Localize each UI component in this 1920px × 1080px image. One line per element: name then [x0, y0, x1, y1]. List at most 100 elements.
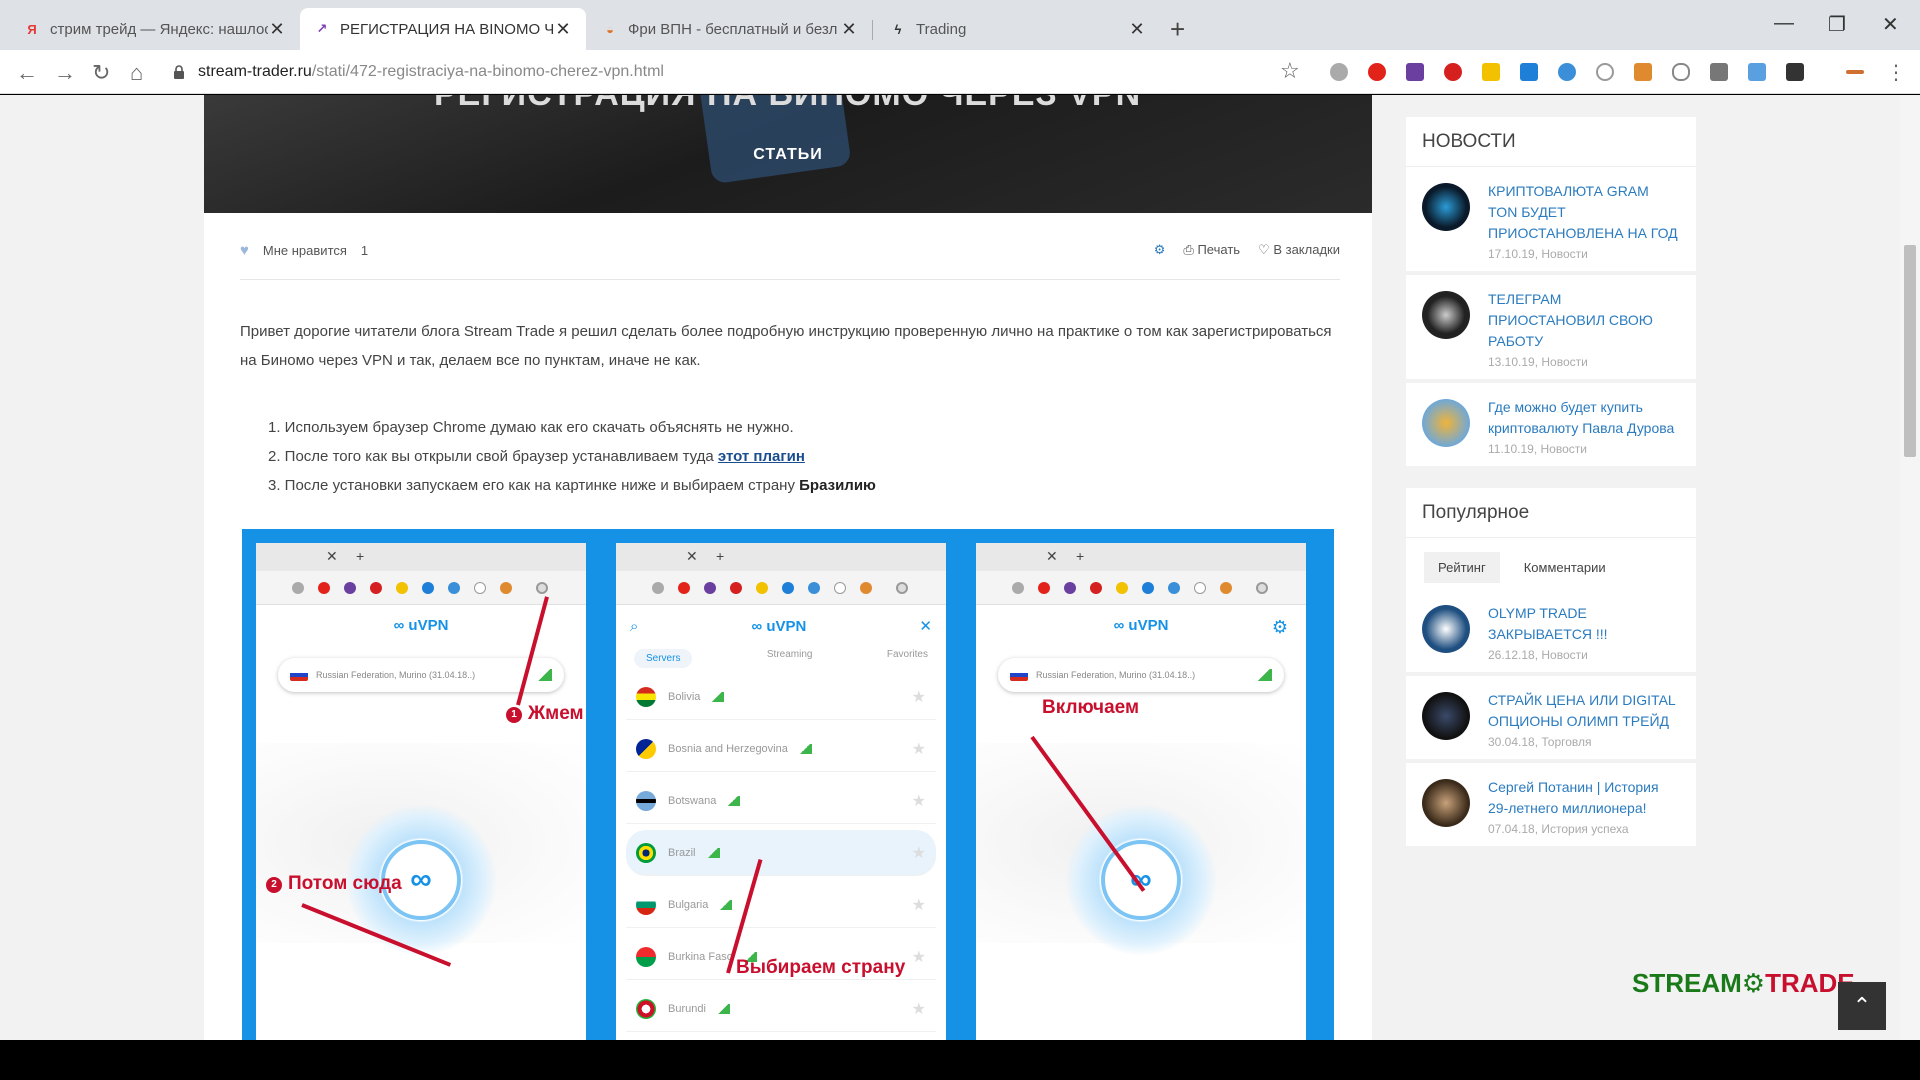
new-tab-button[interactable]: +: [1170, 14, 1185, 45]
extension-icon[interactable]: [1406, 63, 1424, 81]
mini-tabstrip: ✕ +: [976, 543, 1306, 571]
news-title[interactable]: Где можно будет купить криптовалюту Павл…: [1488, 397, 1680, 439]
news-item[interactable]: Где можно будет купить криптовалюту Павл…: [1406, 383, 1696, 466]
step-item: 2. После того как вы открыли свой браузе…: [268, 442, 876, 471]
plugin-link[interactable]: этот плагин: [718, 448, 805, 465]
country-brazil: Бразилию: [799, 477, 876, 494]
country-name: Brazil: [668, 846, 696, 859]
extension-icon[interactable]: [1748, 63, 1766, 81]
news-widget-title: НОВОСТИ: [1406, 117, 1696, 167]
news-item[interactable]: ТЕЛЕГРАМ ПРИОСТАНОВИЛ СВОЮ РАБОТУ 13.10.1…: [1406, 275, 1696, 383]
star-icon: ★: [911, 896, 926, 914]
star-icon: ★: [911, 688, 926, 706]
forward-icon[interactable]: →: [54, 60, 76, 86]
opera-extension-icon[interactable]: [1368, 63, 1386, 81]
ext-icon: [860, 582, 872, 594]
back-icon[interactable]: ←: [16, 60, 38, 86]
connect-orb: ∞: [1066, 805, 1216, 955]
extension-icon[interactable]: [1330, 63, 1348, 81]
scroll-thumb[interactable]: [1904, 245, 1916, 457]
bookmark-star-icon[interactable]: ☆: [1280, 58, 1300, 84]
uvpn-icon: [896, 582, 908, 594]
tab-trading[interactable]: ϟ Trading ✕: [876, 8, 1160, 50]
ext-icon: [344, 582, 356, 594]
extension-icon[interactable]: [1710, 63, 1728, 81]
tab-binomo-registration[interactable]: ↗ РЕГИСТРАЦИЯ НА BINOMO ЧЕ ✕: [300, 8, 586, 50]
news-title[interactable]: ТЕЛЕГРАМ ПРИОСТАНОВИЛ СВОЮ РАБОТУ: [1488, 289, 1680, 352]
tab-rating[interactable]: Рейтинг: [1424, 552, 1500, 583]
uvpn-extension-icon[interactable]: [1672, 63, 1690, 81]
extension-icon[interactable]: [1846, 70, 1864, 74]
ext-icon: [1038, 582, 1050, 594]
news-widget: НОВОСТИ КРИПТОВАЛЮТА GRAM TON БУДЕТ ПРИО…: [1406, 117, 1696, 466]
news-title[interactable]: СТРАЙК ЦЕНА ИЛИ Digital ОПЦИОНЫ ОЛИМП ТР…: [1488, 690, 1680, 732]
signal-icon: [726, 795, 741, 806]
hero-title: РЕГИСТРАЦИЯ НА БИНОМО ЧЕРЕЗ VPN: [434, 95, 1141, 114]
news-title[interactable]: OLYMP TRADE ЗАКРЫВАЕТСЯ !!!: [1488, 603, 1680, 645]
close-icon[interactable]: ✕: [554, 19, 572, 40]
ext-icon: [448, 582, 460, 594]
news-thumbnail[interactable]: [1422, 779, 1470, 827]
news-item[interactable]: Сергей Потанин | История 29-летнего милл…: [1406, 763, 1696, 846]
flag-icon: [636, 790, 656, 811]
tab-yandex[interactable]: Я стрим трейд — Яндекс: нашлось ✕: [10, 8, 300, 50]
extension-icon[interactable]: [1482, 63, 1500, 81]
ext-icon: [500, 582, 512, 594]
menu-icon[interactable]: ⋮: [1886, 60, 1906, 85]
popular-list: OLYMP TRADE ЗАКРЫВАЕТСЯ !!! 26.12.18, Нов…: [1406, 589, 1696, 846]
tab-comments[interactable]: Комментарии: [1510, 552, 1620, 583]
like-label[interactable]: Мне нравится: [263, 243, 347, 258]
current-location: Russian Federation, Murino (31.04.18..): [998, 658, 1284, 692]
news-thumbnail[interactable]: [1422, 692, 1470, 740]
country-name: Burkina Faso: [668, 950, 733, 963]
signal-icon: [536, 669, 552, 681]
home-icon[interactable]: ⌂: [130, 60, 143, 86]
news-thumbnail[interactable]: [1422, 291, 1470, 339]
news-body: КРИПТОВАЛЮТА GRAM TON БУДЕТ ПРИОСТАНОВЛЕ…: [1488, 181, 1680, 261]
news-meta: 17.10.19, Новости: [1488, 247, 1588, 261]
close-icon[interactable]: ✕: [1128, 19, 1146, 40]
flag-icon: [636, 894, 656, 915]
location-text: Russian Federation, Murino (31.04.18..): [1036, 670, 1196, 680]
news-thumbnail[interactable]: [1422, 399, 1470, 447]
signal-icon: [1256, 669, 1272, 681]
extension-icon[interactable]: [1520, 63, 1538, 81]
news-thumbnail[interactable]: [1422, 183, 1470, 231]
news-item[interactable]: КРИПТОВАЛЮТА GRAM TON БУДЕТ ПРИОСТАНОВЛЕ…: [1406, 167, 1696, 275]
news-title[interactable]: КРИПТОВАЛЮТА GRAM TON БУДЕТ ПРИОСТАНОВЛЕ…: [1488, 181, 1680, 244]
screenshot-panel-2: ✕ + ⌕ ∞ uVPN ✕ Servers Streaming Favorit…: [616, 543, 946, 1040]
article-intro: Привет дорогие читатели блога Stream Tra…: [240, 323, 1332, 369]
plus-icon: +: [1076, 548, 1085, 564]
download-icon[interactable]: [1786, 63, 1804, 81]
news-item[interactable]: СТРАЙК ЦЕНА ИЛИ Digital ОПЦИОНЫ ОЛИМП ТР…: [1406, 676, 1696, 763]
ext-icon: [1090, 582, 1102, 594]
extension-icon[interactable]: [1596, 63, 1614, 81]
extension-icon[interactable]: [1558, 63, 1576, 81]
lightning-icon: ϟ: [894, 21, 902, 37]
news-title[interactable]: Сергей Потанин | История 29-летнего милл…: [1488, 777, 1680, 819]
extension-icon[interactable]: [1444, 63, 1462, 81]
heart-icon[interactable]: ♥: [240, 242, 249, 259]
gear-icon[interactable]: ⚙: [1154, 242, 1166, 258]
extension-icon[interactable]: [1634, 63, 1652, 81]
close-icon[interactable]: ✕: [268, 19, 286, 40]
minimize-icon[interactable]: —: [1774, 12, 1794, 35]
flag-icon: [636, 842, 656, 863]
tab-free-vpn[interactable]: ◒ Фри ВПН - бесплатный и безл ✕: [588, 8, 872, 50]
country-name: Bosnia and Herzegovina: [668, 742, 788, 755]
page-scrollbar[interactable]: [1900, 95, 1920, 1040]
restore-icon[interactable]: ❐: [1828, 12, 1846, 37]
news-thumbnail[interactable]: [1422, 605, 1470, 653]
article-category[interactable]: СТАТЬИ: [204, 146, 1372, 164]
address-bar[interactable]: stream-trader.ru/stati/472-registraciya-…: [172, 57, 1312, 87]
close-icon: ✕: [919, 618, 932, 635]
bookmark-button[interactable]: ♡ В закладки: [1258, 242, 1340, 258]
close-icon[interactable]: ✕: [840, 19, 858, 40]
stream-trade-logo: STREAM⚙TRADE: [1632, 968, 1855, 998]
news-item[interactable]: OLYMP TRADE ЗАКРЫВАЕТСЯ !!! 26.12.18, Нов…: [1406, 589, 1696, 676]
article-meta: ♥ Мне нравится 1 ⚙ ⎙ Печать ♡ В закладки: [240, 235, 1340, 265]
reload-icon[interactable]: ↻: [92, 60, 110, 86]
scroll-to-top-button[interactable]: ⌃: [1838, 982, 1886, 1030]
print-button[interactable]: ⎙ Печать: [1183, 242, 1240, 258]
close-window-icon[interactable]: ✕: [1882, 12, 1899, 37]
